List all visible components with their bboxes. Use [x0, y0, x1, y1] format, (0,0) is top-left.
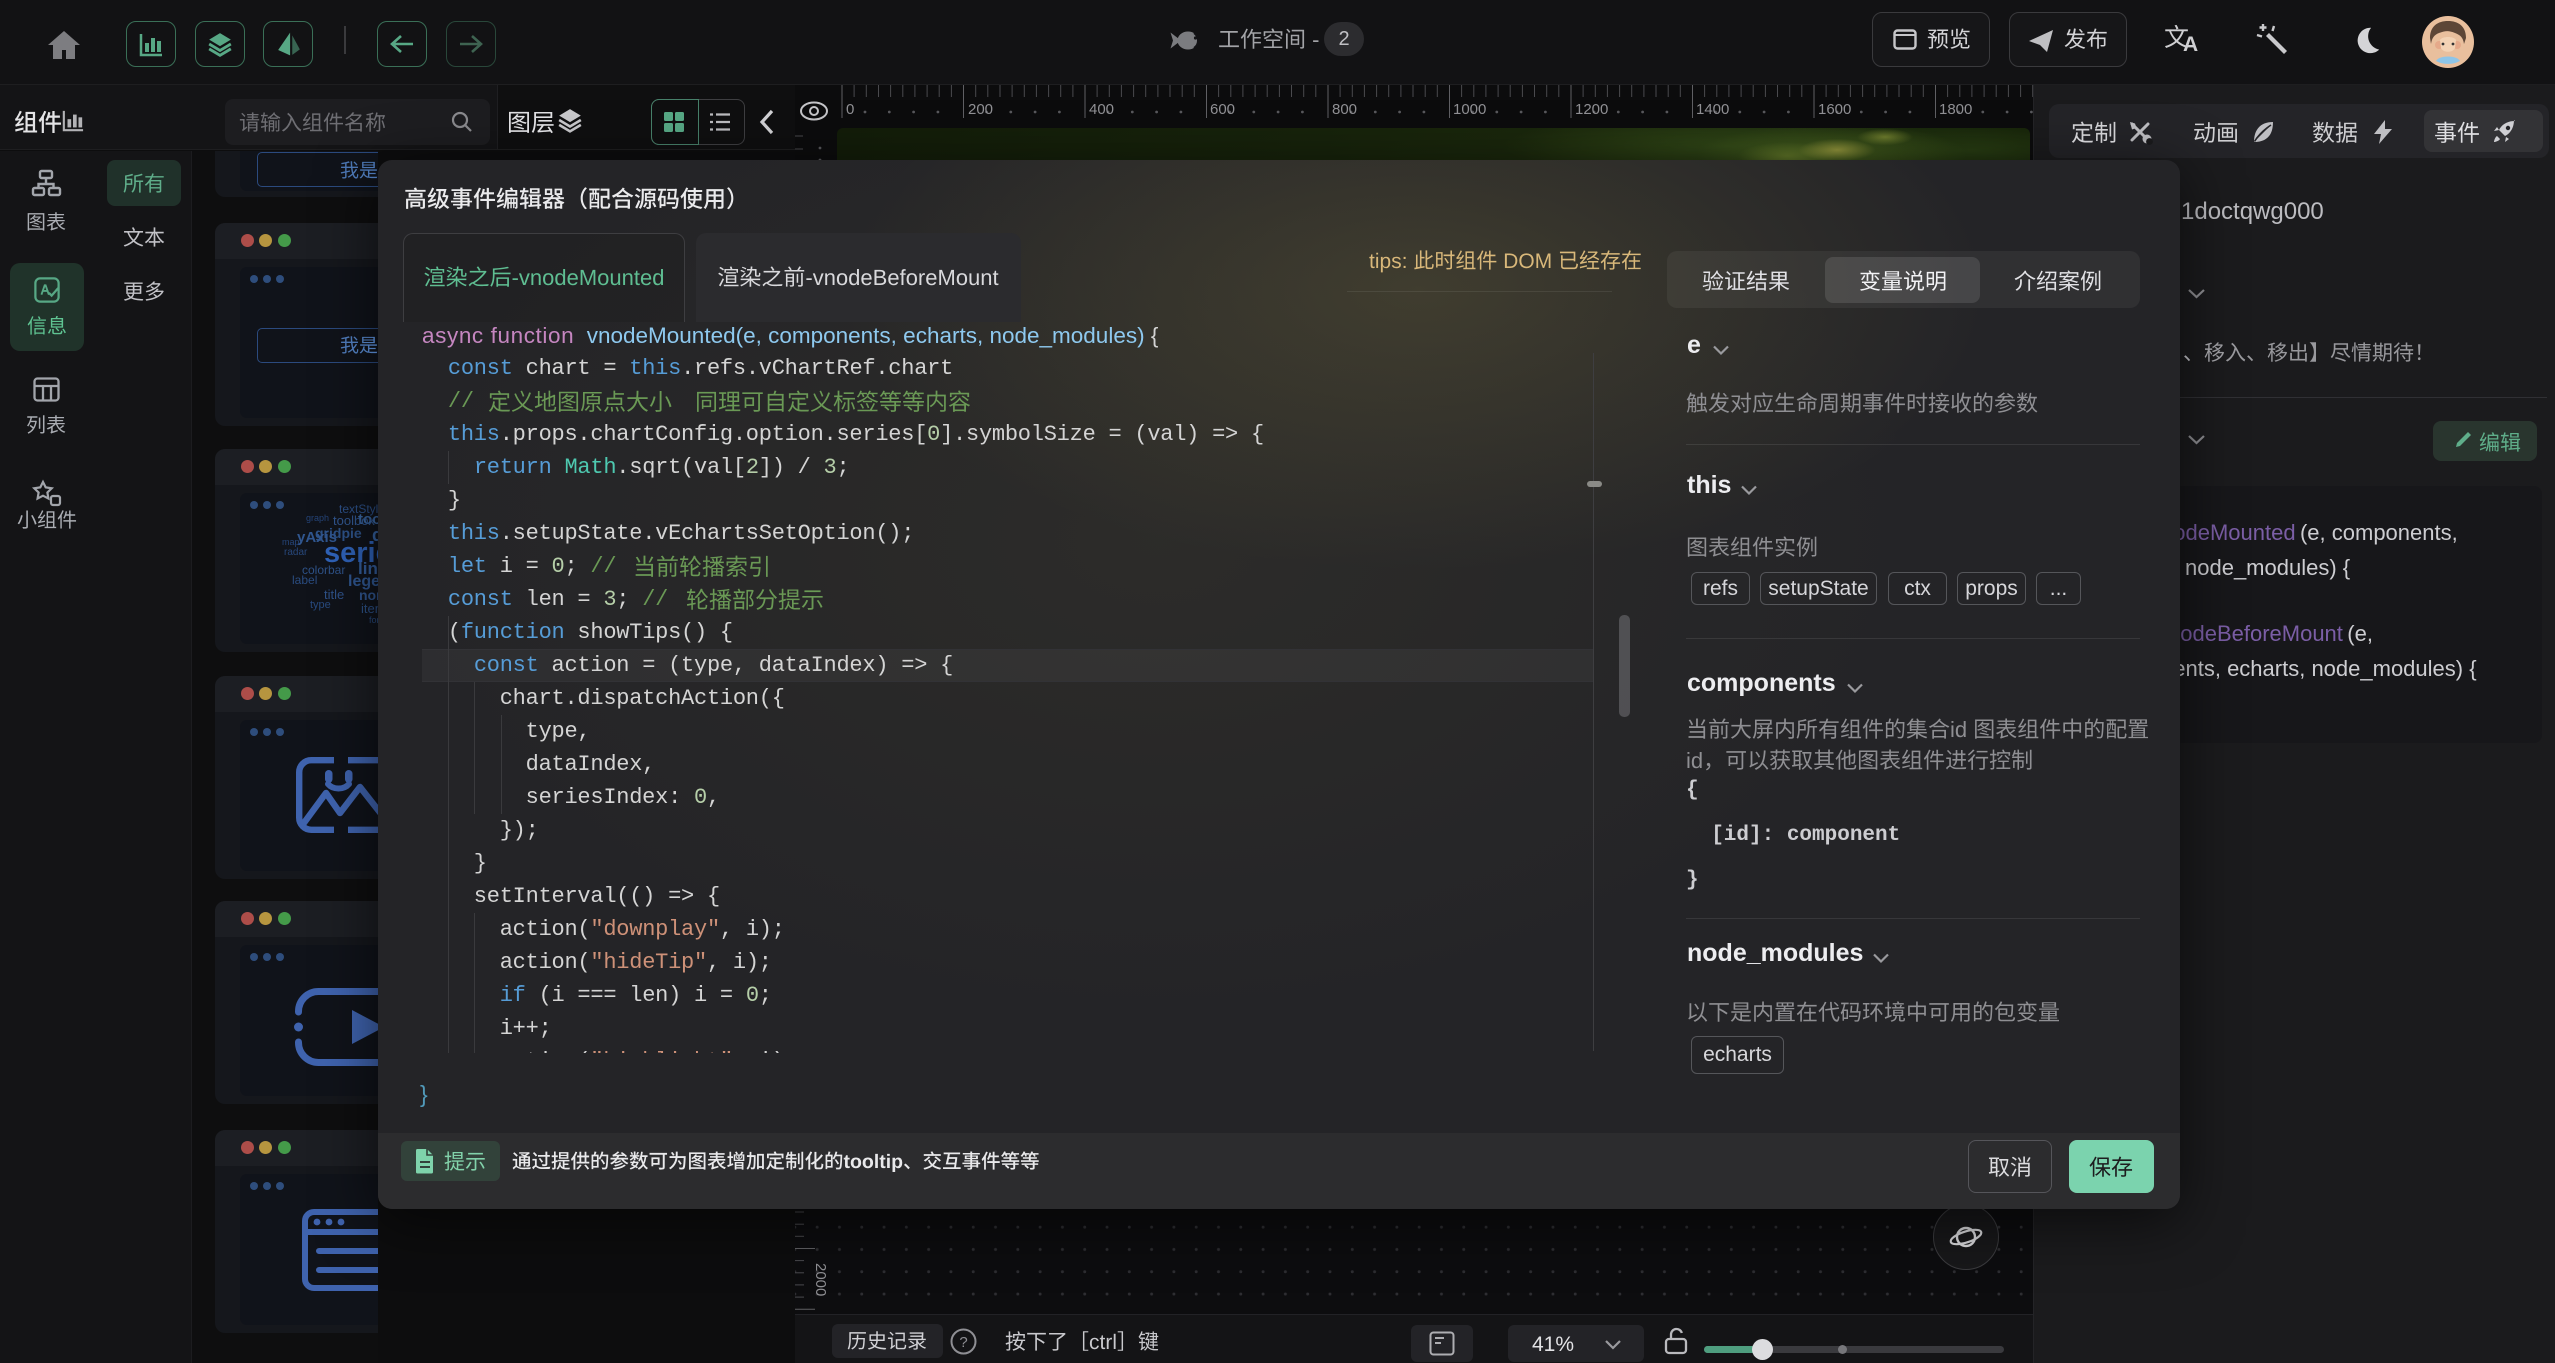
svg-text:?: ?: [959, 1334, 967, 1351]
